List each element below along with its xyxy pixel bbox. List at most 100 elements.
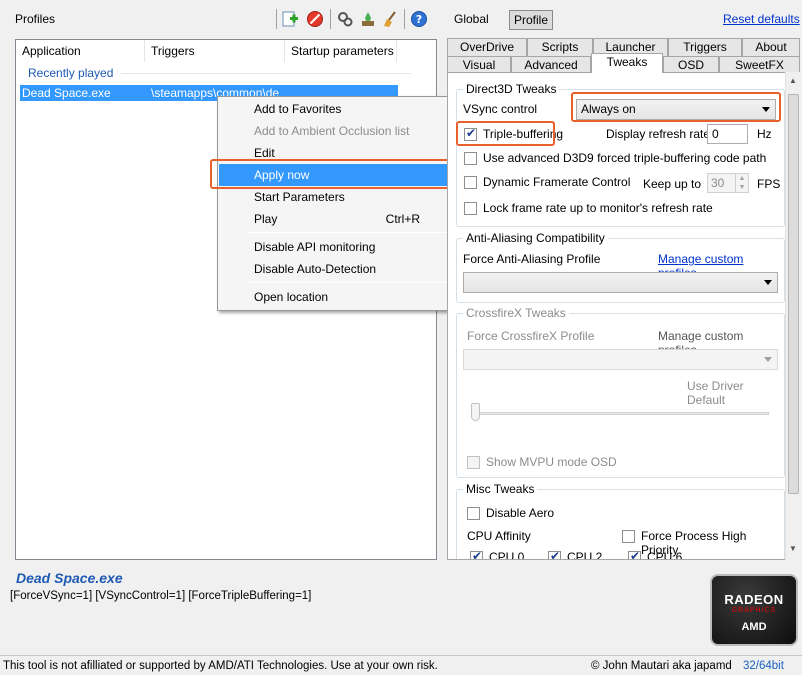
vsync-select[interactable]: Always on [576,99,776,120]
add-game-icon[interactable] [359,10,377,28]
cpu-2-checkbox[interactable] [548,549,561,559]
tab-scripts[interactable]: Scripts [527,38,593,56]
chevron-down-icon [762,107,770,112]
d3d9-triple-buffering-label[interactable]: Use advanced D3D9 forced triple-bufferin… [483,151,766,165]
refresh-rate-input[interactable]: 0 [707,124,748,144]
reset-defaults-link[interactable]: Reset defaults [723,12,800,26]
toolbar-separator [330,9,331,29]
svg-text:?: ? [416,13,422,26]
refresh-rate-unit: Hz [757,127,772,141]
menu-item-edit[interactable]: Edit [219,142,450,164]
direct3d-title: Direct3D Tweaks [463,82,560,96]
force-high-priority-checkbox[interactable] [622,530,635,543]
lock-framerate-label[interactable]: Lock frame rate up to monitor's refresh … [483,201,713,215]
anti-aliasing-group: Anti-Aliasing Compatibility Force Anti-A… [456,231,785,303]
chevron-down-icon [764,357,772,362]
misc-group: Misc Tweaks Disable Aero Force Process H… [456,482,785,559]
footer-disclaimer: This tool is not afilliated or supported… [3,660,438,672]
disable-aero-checkbox[interactable] [467,507,480,520]
footer-author: © John Mautari aka japamd [591,660,732,672]
crossfirex-title: CrossfireX Tweaks [463,306,569,320]
group-divider [121,73,411,74]
tab-tweaks[interactable]: Tweaks [591,53,663,73]
vsync-value: Always on [581,102,636,116]
dynamic-framerate-checkbox[interactable] [464,176,477,189]
bitness-link[interactable]: 32/64bit [743,660,784,672]
panel-scrollbar[interactable]: ▲ ▼ [785,72,800,560]
footer-divider [0,655,802,656]
crossfirex-force-label: Force CrossfireX Profile [467,329,595,343]
radeon-graphics-logo: RADEON GRAPHICS AMD [710,574,798,646]
clean-icon[interactable] [381,10,399,28]
chevron-down-icon [764,280,772,285]
menu-item-start-parameters[interactable]: Start Parameters [219,186,450,208]
disable-aero-label[interactable]: Disable Aero [486,506,554,520]
refresh-rate-label: Display refresh rate [606,127,711,141]
add-profile-icon[interactable] [281,10,299,28]
aa-title: Anti-Aliasing Compatibility [463,231,608,245]
help-icon[interactable]: ? [410,10,428,28]
menu-separator [248,232,448,233]
selected-profile-name: Dead Space.exe [16,570,123,586]
fps-stepper[interactable]: 30 ▲ ▼ [707,173,749,193]
vsync-label: VSync control [463,102,538,116]
profile-mode-button[interactable]: Profile [509,10,554,30]
misc-title: Misc Tweaks [463,482,538,496]
column-header-startup[interactable]: Startup parameters [285,40,397,62]
tweaks-panel: Direct3D Tweaks VSync control Always on … [447,72,800,560]
menu-separator [248,282,448,283]
cpu-6-checkbox[interactable] [628,549,641,559]
delete-profile-icon[interactable] [306,10,324,28]
context-menu: Add to Favorites Add to Ambient Occlusio… [217,96,452,311]
lock-framerate-checkbox[interactable] [464,202,477,215]
menu-item-add-ao-list: Add to Ambient Occlusion list [254,124,410,138]
cpu-2-label[interactable]: CPU 2 [567,550,602,559]
triple-buffering-checkbox[interactable] [464,126,477,141]
refresh-rate-value: 0 [712,127,719,141]
aa-force-label: Force Anti-Aliasing Profile [463,252,601,266]
crossfirex-slider-thumb [471,403,480,421]
aa-profile-select[interactable] [463,272,778,293]
menu-item-play-shortcut: Ctrl+R [385,212,420,226]
dynamic-framerate-label[interactable]: Dynamic Framerate Control [483,175,630,189]
use-driver-default-label: Use Driver Default [687,379,744,407]
menu-item-play[interactable]: Play Ctrl+R [219,208,450,230]
crossfirex-slider-track [473,412,769,415]
mvpu-osd-label: Show MVPU mode OSD [486,455,617,469]
settings-icon[interactable] [336,10,354,28]
tab-triggers[interactable]: Triggers [668,38,742,56]
cpu-6-label[interactable]: CPU 6 [647,550,682,559]
row-application: Dead Space.exe [22,86,111,100]
cpu-0-label[interactable]: CPU 0 [489,550,524,559]
tab-overdrive[interactable]: OverDrive [447,38,527,56]
d3d9-triple-buffering-checkbox[interactable] [464,152,477,165]
stepper-arrows-icon: ▲ ▼ [735,174,748,192]
toolbar-separator [276,9,277,29]
profile-settings-summary: [ForceVSync=1] [VSyncControl=1] [ForceTr… [10,590,312,602]
menu-item-play-label: Play [254,212,278,226]
direct3d-group: Direct3D Tweaks VSync control Always on … [456,82,785,227]
column-header-triggers[interactable]: Triggers [145,40,285,62]
logo-radeon-text: RADEON [724,592,784,607]
global-mode-button[interactable]: Global [450,10,493,30]
fps-value: 30 [711,176,725,190]
scrollbar-thumb[interactable] [788,94,799,494]
crossfirex-profile-select [463,349,778,370]
crossfirex-group: CrossfireX Tweaks Force CrossfireX Profi… [456,306,785,478]
cpu-affinity-label: CPU Affinity [467,529,531,543]
cpu-0-checkbox[interactable] [470,549,483,559]
scroll-down-icon[interactable]: ▼ [789,544,797,553]
menu-item-disable-api-monitoring[interactable]: Disable API monitoring [219,236,450,258]
menu-item-apply-now[interactable]: Apply now [219,164,450,186]
keep-up-label: Keep up to [643,177,702,191]
triple-buffering-label[interactable]: Triple-buffering [483,127,563,141]
menu-item-disable-auto-detection[interactable]: Disable Auto-Detection [219,258,450,280]
menu-item-add-favorites[interactable]: Add to Favorites [219,98,450,120]
column-header-application[interactable]: Application [16,40,145,62]
logo-graphics-text: GRAPHICS [731,607,777,614]
menu-item-open-location[interactable]: Open location [219,286,450,308]
fps-unit: FPS [757,177,781,191]
tab-about[interactable]: About [742,38,800,56]
group-recently-played: Recently played [28,66,114,80]
scroll-up-icon[interactable]: ▲ [789,76,797,85]
